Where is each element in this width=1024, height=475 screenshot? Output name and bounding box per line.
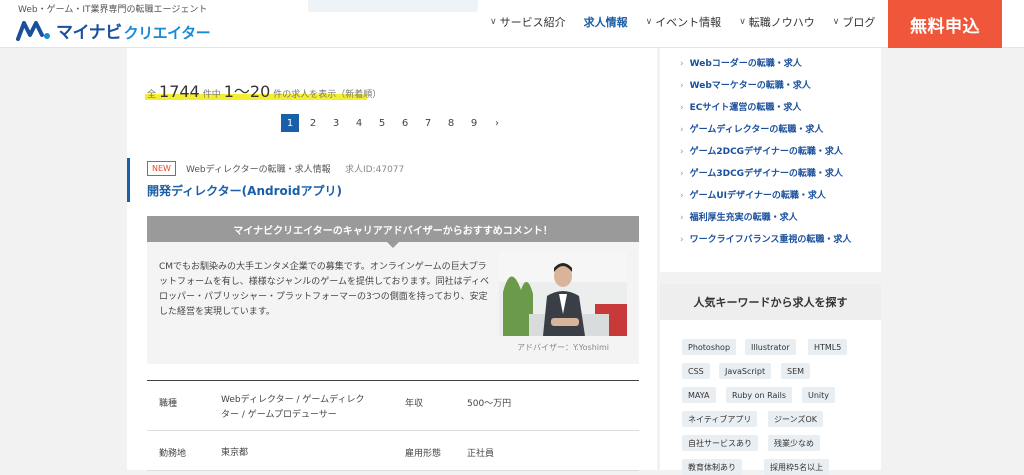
page-3[interactable]: 3 — [327, 114, 345, 132]
keyword-tag[interactable]: ジーンズOK — [768, 411, 823, 427]
free-signup-button[interactable]: 無料申込 — [888, 0, 1002, 48]
sidebar-link[interactable]: › ゲームUIデザイナーの転職・求人 — [680, 188, 826, 201]
table-row: 勤務地 東京都 雇用形態 正社員 — [147, 431, 639, 471]
keyword-tag[interactable]: ネイティブアプリ — [682, 411, 758, 427]
advisor-caret — [387, 242, 399, 248]
page-6[interactable]: 6 — [396, 114, 414, 132]
header-search-strip[interactable] — [308, 0, 478, 12]
site-tagline: Web・ゲーム・IT業界専門の転職エージェント — [18, 5, 208, 15]
keyword-tag[interactable]: MAYA — [682, 387, 716, 403]
next-page-icon[interactable]: › — [488, 114, 506, 132]
arrow-right-icon: › — [680, 103, 684, 113]
arrow-right-icon: › — [680, 59, 684, 69]
job-category-links: › Webコーダーの転職・求人 › Webマーケターの転職・求人 › ECサイト運営の… — [660, 48, 881, 272]
advisor-photo — [499, 252, 627, 336]
value-salary: 500〜万円 — [467, 399, 512, 409]
arrow-right-icon: › — [680, 81, 684, 91]
keyword-tag[interactable]: Unity — [802, 387, 836, 403]
advisor-text: CMでもお馴染みの大手エンタメ企業での募集です。オンラインゲームの巨大プラットフ… — [159, 262, 489, 317]
chevron-down-icon: ∨ — [739, 17, 746, 27]
arrow-right-icon: › — [680, 125, 684, 135]
table-row: 職種 Webディレクター / ゲームディレク ター / ゲームプロデューサー 年収… — [147, 381, 639, 431]
result-count: 全 1744 件中 1〜20 件の求人を表示（新着順） — [147, 82, 382, 101]
arrow-right-icon: › — [680, 147, 684, 157]
page-8[interactable]: 8 — [442, 114, 460, 132]
nav-item-blog[interactable]: ∨ ブログ — [833, 14, 876, 30]
global-nav: ∨ サービス紹介 求人情報 ∨ イベント情報 ∨ 転職ノウハウ ∨ ブログ — [490, 14, 893, 30]
sidebar-link[interactable]: › 福利厚生充実の転職・求人 — [680, 210, 798, 223]
nav-item-knowhow[interactable]: ∨ 転職ノウハウ — [739, 14, 815, 30]
value-occupation: Webディレクター / ゲームディレク ター / ゲームプロデューサー — [221, 395, 365, 420]
site-header: Web・ゲーム・IT業界専門の転職エージェント マイナビ クリエイター ∨ サービス… — [0, 0, 1024, 48]
keyword-tag[interactable]: 教育体制あり — [682, 459, 742, 475]
keyword-tag[interactable]: Photoshop — [682, 339, 737, 355]
keyword-tag[interactable]: CSS — [682, 363, 710, 379]
new-badge: NEW — [147, 161, 176, 176]
keyword-tag[interactable]: SEM — [781, 363, 811, 379]
keyword-tag[interactable]: 残業少なめ — [768, 435, 820, 451]
page-2[interactable]: 2 — [304, 114, 322, 132]
value-employment: 正社員 — [467, 449, 495, 459]
arrow-right-icon: › — [680, 191, 684, 201]
nav-item-events[interactable]: ∨ イベント情報 — [646, 14, 722, 30]
page-4[interactable]: 4 — [350, 114, 368, 132]
keyword-tag[interactable]: 採用枠5名以上 — [764, 459, 830, 475]
sidebar-link[interactable]: › Webコーダーの転職・求人 — [680, 56, 802, 69]
keyword-tag[interactable]: HTML5 — [808, 339, 848, 355]
job-category[interactable]: Webディレクターの転職・求人情報 — [186, 162, 331, 175]
chevron-down-icon: ∨ — [490, 17, 497, 27]
advisor-caption: アドバイザー：Y.Yoshimi — [517, 343, 610, 352]
keyword-tag[interactable]: 自社サービスあり — [682, 435, 758, 451]
keyword-box: 人気キーワードから求人を探す Photoshop Illustrator HTM… — [660, 284, 881, 475]
advisor-heading: マイナビクリエイターのキャリアアドバイザーからおすすめコメント！ — [147, 216, 639, 242]
chevron-down-icon: ∨ — [645, 17, 653, 27]
nav-item-service[interactable]: ∨ サービス紹介 — [490, 14, 566, 30]
site-logo[interactable]: マイナビ クリエイター — [16, 18, 211, 43]
job-list-column: 全 1744 件中 1〜20 件の求人を表示（新着順） 1 2 3 4 5 6 7 8 … — [127, 48, 657, 471]
keyword-tag[interactable]: JavaScript — [719, 363, 772, 379]
page-5[interactable]: 5 — [373, 114, 391, 132]
arrow-right-icon: › — [680, 235, 684, 245]
label-occupation: 職種 — [159, 399, 178, 409]
keyword-heading: 人気キーワードから求人を探す — [660, 284, 881, 320]
sidebar-link[interactable]: › Webマーケターの転職・求人 — [680, 78, 811, 91]
job-info-table: 職種 Webディレクター / ゲームディレク ター / ゲームプロデューサー 年収… — [147, 380, 639, 471]
nav-item-jobs[interactable]: 求人情報 — [584, 14, 628, 30]
label-location: 勤務地 — [159, 449, 187, 459]
sidebar-link[interactable]: › ECサイト運営の転職・求人 — [680, 100, 801, 113]
sidebar-link[interactable]: › ゲームディレクターの転職・求人 — [680, 122, 823, 135]
sidebar: › Webコーダーの転職・求人 › Webマーケターの転職・求人 › ECサイト運営の… — [660, 48, 881, 475]
pagination: 1 2 3 4 5 6 7 8 9 › — [281, 114, 511, 132]
page-7[interactable]: 7 — [419, 114, 437, 132]
job-title[interactable]: 開発ディレクター(Androidアプリ) — [147, 182, 342, 199]
job-accent-bar — [127, 158, 130, 202]
logo-text: マイナビ クリエイター — [56, 22, 211, 43]
advisor-comment: マイナビクリエイターのキャリアアドバイザーからおすすめコメント！ CMでもお馴染… — [147, 216, 639, 364]
job-id: 求人ID:47077 — [345, 165, 405, 175]
chevron-down-icon: ∨ — [832, 17, 840, 27]
value-location: 東京都 — [221, 448, 249, 458]
keyword-tag[interactable]: Ruby on Rails — [726, 387, 793, 403]
sidebar-link[interactable]: › ワークライフバランス重視の転職・求人 — [680, 232, 851, 245]
label-salary: 年収 — [405, 399, 424, 409]
sidebar-link[interactable]: › ゲーム2DCGデザイナーの転職・求人 — [680, 144, 843, 157]
page-9[interactable]: 9 — [465, 114, 483, 132]
arrow-right-icon: › — [680, 213, 684, 223]
label-employment: 雇用形態 — [405, 449, 442, 459]
keyword-tag[interactable]: Illustrator — [745, 339, 796, 355]
page-1[interactable]: 1 — [281, 114, 299, 132]
arrow-right-icon: › — [680, 169, 684, 179]
logo-mark-icon — [16, 21, 50, 41]
sidebar-link[interactable]: › ゲーム3DCGデザイナーの転職・求人 — [680, 166, 843, 179]
